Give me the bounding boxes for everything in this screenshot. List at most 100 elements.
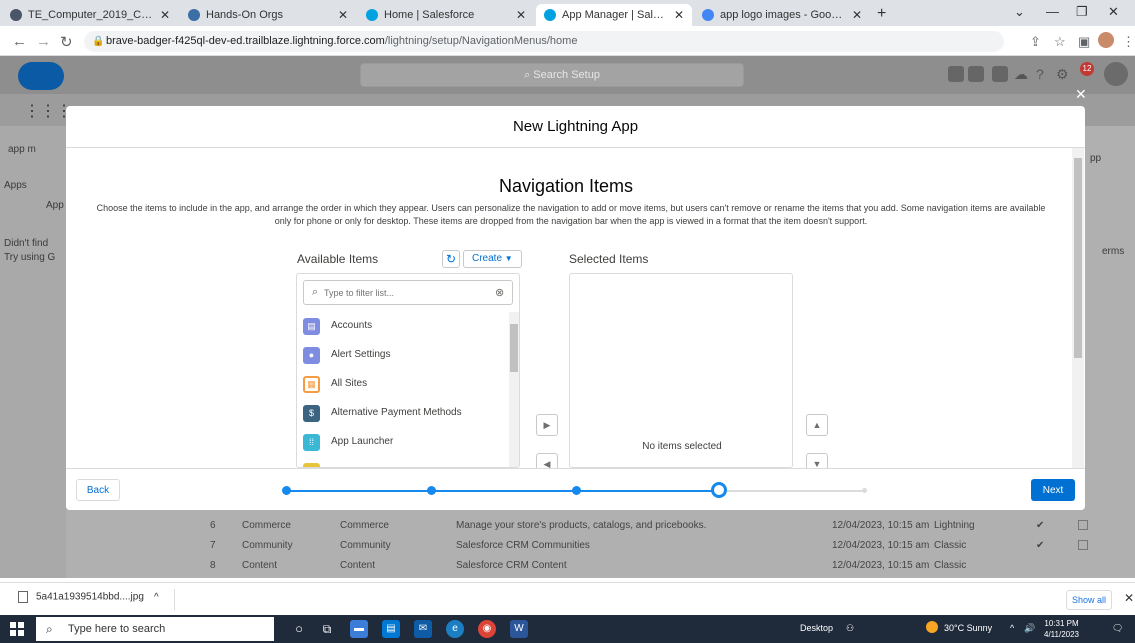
back-button[interactable]: Back [76,479,120,501]
side-apps-label[interactable]: Apps [4,180,27,191]
move-left-button[interactable]: ◀ [536,453,558,468]
share-icon[interactable]: ⇪ [1030,34,1041,50]
list-item-alert-settings[interactable]: ● Alert Settings [297,341,507,370]
notification-badge[interactable]: 12 [1080,62,1094,76]
list-item-all-sites[interactable]: ▦ All Sites [297,370,507,399]
store-icon[interactable]: ▤ [382,620,400,638]
next-button[interactable]: Next [1031,479,1075,501]
reload-icon[interactable]: ↻ [60,33,73,51]
back-arrow-icon[interactable]: ← [12,33,27,50]
payment-methods-icon: $ [303,405,320,422]
setup-search-input[interactable]: ⌕ Search Setup [360,63,744,87]
move-down-button[interactable]: ▼ [806,453,828,468]
progress-step-4-current[interactable] [711,482,727,498]
refresh-button[interactable]: ↻ [442,250,460,268]
move-up-button[interactable]: ▲ [806,414,828,436]
tray-chevron-icon[interactable]: ^ [1010,623,1014,633]
browser-tab-google-search[interactable]: app logo images - Google Search ✕ [694,4,870,26]
maximize-icon[interactable]: ❐ [1076,4,1088,20]
chevron-up-icon[interactable]: ^ [154,592,159,603]
desktop-toolbar[interactable]: Desktop [800,623,833,633]
bookmark-star-icon[interactable]: ☆ [1054,34,1066,50]
new-app-button-partial[interactable]: pp [1090,153,1101,164]
list-scrollbar[interactable] [509,312,519,467]
cortana-icon[interactable]: ○ [290,620,308,638]
weather-text[interactable]: 30°C Sunny [944,623,992,633]
tab-search-icon[interactable]: ⌄ [1014,4,1025,20]
tab-favicon-icon [188,9,200,21]
tab-close-icon[interactable]: ✕ [674,8,684,22]
word-icon[interactable]: W [510,620,528,638]
favorites-dropdown-icon[interactable] [968,66,984,82]
list-item-alternative-payment-methods[interactable]: $ Alternative Payment Methods [297,399,507,428]
list-item-accounts[interactable]: ▤ Accounts [297,312,507,341]
close-download-bar-icon[interactable]: ✕ [1124,591,1134,605]
list-item-partial[interactable] [297,457,507,467]
browser-menu-icon[interactable]: ⋮ [1122,34,1135,50]
tab-close-icon[interactable]: ✕ [160,8,170,22]
minimize-icon[interactable]: — [1046,4,1059,19]
tab-favicon-icon [702,9,714,21]
profile-avatar[interactable] [1098,32,1114,48]
notification-center-icon[interactable]: 🗨 [1112,623,1123,634]
lock-icon: 🔒 [92,36,105,47]
app-launcher-icon[interactable]: ⋮⋮⋮ [24,101,72,121]
modal-scrollbar-thumb[interactable] [1074,158,1082,358]
browser-tab-app-manager[interactable]: App Manager | Salesforce ✕ [536,4,692,26]
clear-icon[interactable]: ⊗ [495,286,504,299]
system-clock[interactable]: 10:31 PM 4/11/2023 [1044,618,1079,640]
trailhead-icon[interactable]: ☁ [1014,66,1030,82]
forward-arrow-icon[interactable]: → [36,33,51,50]
right-terms-text: erms [1102,246,1125,257]
taskbar-search[interactable]: ⌕ Type here to search [36,617,274,641]
modal-title: New Lightning App [66,106,1085,148]
favorites-icon[interactable] [948,66,964,82]
available-items-list: ⌕ ⊗ ▤ Accounts ● Alert Settings ▦ All Si… [296,273,520,468]
show-all-button[interactable]: Show all [1066,590,1112,610]
move-right-button[interactable]: ▶ [536,414,558,436]
filter-input[interactable] [324,284,494,301]
tab-close-icon[interactable]: ✕ [852,8,862,22]
browser-tab-hands-on-orgs[interactable]: Hands-On Orgs ✕ [180,4,356,26]
user-avatar[interactable] [1104,62,1128,86]
global-actions-icon[interactable] [992,66,1008,82]
volume-icon[interactable]: 🔊 [1024,623,1035,634]
modal-footer: Back Next [66,468,1085,510]
setup-gear-icon[interactable]: ⚙ [1056,66,1072,82]
sidepanel-icon[interactable]: ▣ [1078,34,1090,50]
windows-taskbar: ⌕ Type here to search ○ ⧉ ▬ ▤ ✉ e ◉ W De… [0,615,1135,643]
modal-scrollbar[interactable] [1072,148,1084,468]
explorer-icon[interactable]: ▬ [350,620,368,638]
download-item[interactable]: 5a41a1939514bbd....jpg [18,591,144,603]
windows-start-icon[interactable] [10,622,24,636]
chrome-icon[interactable]: ◉ [478,620,496,638]
modal-close-icon[interactable]: ✕ [1075,86,1087,103]
progress-step-3[interactable] [572,486,581,495]
side-app-item[interactable]: App [46,200,64,211]
help-icon[interactable]: ? [1036,66,1052,82]
edge-icon[interactable]: e [446,620,464,638]
table-row: 8 Content Content Salesforce CRM Content… [210,560,967,570]
file-icon [18,591,28,603]
list-scrollbar-thumb[interactable] [510,324,518,372]
row-action-dropdown-icon[interactable] [1078,520,1088,530]
tab-favicon-icon [544,9,556,21]
progress-step-1[interactable] [282,486,291,495]
browser-tab-course[interactable]: TE_Computer_2019_Course_revis ✕ [2,4,178,26]
tab-close-icon[interactable]: ✕ [516,8,526,22]
all-sites-icon: ▦ [303,376,320,393]
browser-tab-home-salesforce[interactable]: Home | Salesforce ✕ [358,4,534,26]
people-icon[interactable]: ⚇ [846,623,854,634]
progress-step-2[interactable] [427,486,436,495]
tab-close-icon[interactable]: ✕ [338,8,348,22]
address-bar[interactable]: 🔒 brave-badger-f425ql-dev-ed.trailblaze.… [84,31,1004,52]
side-search-text[interactable]: app m [8,144,36,155]
filter-field[interactable]: ⌕ ⊗ [303,280,513,305]
row-action-dropdown-icon[interactable] [1078,540,1088,550]
new-tab-button[interactable]: + [877,5,886,23]
window-close-icon[interactable]: ✕ [1108,4,1119,20]
mail-icon[interactable]: ✉ [414,620,432,638]
task-view-icon[interactable]: ⧉ [318,620,336,638]
create-button[interactable]: Create ▼ [463,250,522,268]
list-item-app-launcher[interactable]: ⁞⁞ App Launcher [297,428,507,457]
